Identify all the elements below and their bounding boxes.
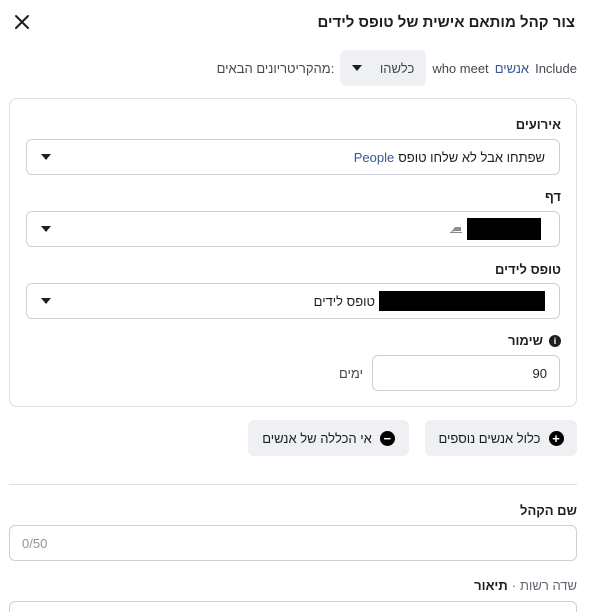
retention-label-row: שימור i	[508, 333, 561, 348]
caret-down-icon	[352, 65, 363, 71]
who-meet-text: who meet	[432, 60, 489, 76]
include-text: Include	[535, 60, 577, 76]
lead-form-value-prefix: טופס לידים	[313, 293, 375, 309]
page-select[interactable]	[26, 211, 560, 247]
dialog-title: צור קהל מותאם אישית של טופס לידים	[317, 14, 576, 31]
redacted-form-name	[379, 291, 545, 311]
match-criteria-dropdown[interactable]: כלשהו	[340, 50, 427, 86]
section-divider	[9, 484, 577, 485]
close-icon[interactable]	[12, 12, 32, 32]
retention-unit: ימים	[339, 366, 363, 381]
events-value-prefix: People	[353, 149, 395, 165]
minus-circle-icon: −	[379, 430, 395, 446]
description-optional: שדה רשות	[520, 578, 577, 593]
events-value-text: שפתחו אבל לא שלחו טופס	[398, 149, 545, 165]
retention-label: שימור	[508, 333, 543, 348]
include-criteria-row: Include אנשים who meet כלשהו מהקריטריוני…	[217, 50, 577, 86]
page-value	[449, 218, 545, 240]
lead-form-select[interactable]: טופס לידים	[26, 283, 560, 319]
redacted-page-name	[467, 218, 541, 240]
lead-form-label: טופס לידים	[495, 262, 561, 277]
audience-name-input[interactable]	[9, 525, 577, 561]
exclude-label: אי הכללה של אנשים	[262, 430, 372, 446]
retention-value: 90	[532, 365, 547, 381]
exclude-people-button[interactable]: − אי הכללה של אנשים	[248, 420, 409, 456]
lead-form-value: טופס לידים	[314, 291, 545, 311]
people-link[interactable]: אנשים	[495, 61, 529, 76]
description-separator: ·	[511, 578, 517, 593]
events-select[interactable]: People שפתחו אבל לא שלחו טופס	[26, 139, 560, 175]
description-input[interactable]	[9, 601, 577, 612]
page-label: דף	[545, 189, 561, 204]
events-label: אירועים	[515, 117, 561, 132]
caret-down-icon	[41, 298, 51, 304]
description-label: תיאור	[474, 578, 508, 593]
info-icon[interactable]: i	[549, 334, 561, 347]
audience-name-label: שם הקהל	[520, 503, 577, 518]
caret-down-icon	[41, 154, 51, 160]
include-more-people-button[interactable]: + כלול אנשים נוספים	[425, 420, 577, 456]
caret-down-icon	[41, 226, 51, 232]
include-more-label: כלול אנשים נוספים	[438, 430, 541, 446]
description-label-row: תיאור · שדה רשות	[474, 578, 577, 593]
audience-name-counter: 0/50	[22, 536, 48, 551]
criteria-suffix-text: מהקריטריונים הבאים:	[216, 60, 335, 76]
plus-circle-icon: +	[548, 430, 564, 446]
page-flag-icon	[449, 222, 463, 237]
retention-days-input[interactable]: 90	[372, 355, 560, 391]
match-criteria-value: כלשהו	[379, 60, 415, 76]
events-value: People שפתחו אבל לא שלחו טופס	[354, 150, 545, 165]
